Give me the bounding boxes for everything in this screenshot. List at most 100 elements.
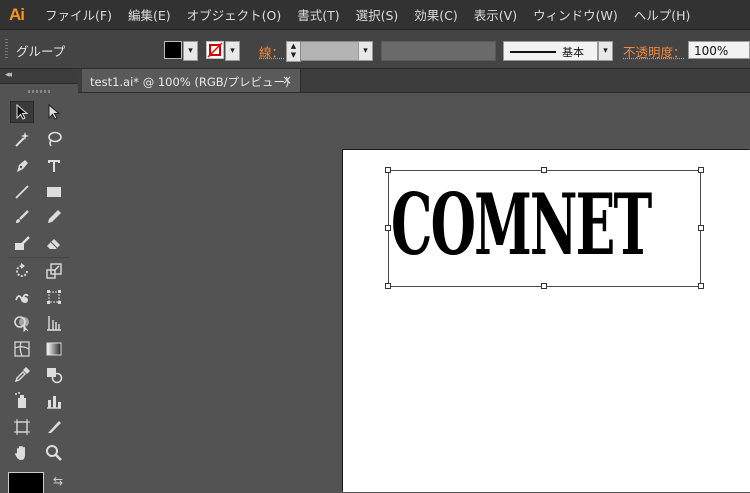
menu-help[interactable]: ヘルプ(H) (634, 5, 691, 24)
control-bar: グループ ▾ ▾ 線： ▲ ▼ ▾ 基本 ▾ 不透明度： 100% (0, 30, 750, 69)
stroke-dropdown-button[interactable]: ▾ (225, 41, 240, 61)
blend-tool[interactable] (42, 364, 66, 386)
swap-fill-stroke-icon[interactable]: ⇆ (53, 474, 63, 488)
free-transform-tool[interactable] (42, 286, 66, 308)
bbox-handle-top-right[interactable] (698, 167, 704, 173)
bbox-handle-bottom-left[interactable] (385, 283, 391, 289)
tools-panel-grip[interactable] (28, 90, 50, 93)
bbox-handle-right[interactable] (698, 225, 704, 231)
artboard-tool[interactable] (10, 416, 34, 438)
hand-icon (15, 446, 25, 460)
pen-tool[interactable] (10, 155, 34, 177)
paintbrush-icon (16, 210, 29, 223)
pen-nib-icon (17, 160, 28, 172)
slice-knife-icon (48, 421, 61, 433)
app-logo: Ai (9, 4, 25, 24)
type-t-icon (48, 160, 60, 172)
menu-type[interactable]: 書式(T) (297, 5, 339, 24)
pencil-tool[interactable] (42, 206, 66, 228)
pencil-icon (48, 210, 61, 223)
blend-icon (47, 368, 63, 384)
bbox-handle-left[interactable] (385, 225, 391, 231)
magnifier-icon (46, 445, 62, 461)
column-graph-tool[interactable] (42, 390, 66, 412)
bbox-handle-top-left[interactable] (385, 167, 391, 173)
rectangle-tool[interactable] (42, 181, 66, 203)
symbol-sprayer-tool[interactable] (10, 390, 34, 412)
selection-type-label: グループ (16, 44, 66, 59)
tools-panel: ⇆ (0, 84, 78, 493)
opacity-input[interactable]: 100% (688, 41, 750, 59)
menu-object[interactable]: オブジェクト(O) (187, 5, 282, 24)
tools-panel-header: ◂◂ (0, 69, 78, 84)
eraser-tool[interactable] (42, 232, 66, 254)
stroke-weight-spinner[interactable]: ▲ ▼ (286, 41, 301, 62)
arrow-cursor-icon (16, 103, 29, 120)
menu-window[interactable]: ウィンドウ(W) (533, 5, 618, 24)
fill-color-swatch[interactable] (164, 41, 182, 59)
selection-bounding-box[interactable] (388, 170, 701, 287)
fill-dropdown-button[interactable]: ▾ (183, 41, 198, 61)
perspective-grid-tool[interactable] (42, 312, 66, 334)
document-tab-title: test1.ai* @ 100% (RGB/プレビュー) (90, 75, 290, 89)
stroke-weight-label[interactable]: 線： (259, 42, 284, 61)
fill-color-box[interactable] (8, 472, 44, 493)
rotate-tool[interactable] (10, 260, 34, 282)
shape-builder-tool[interactable] (10, 312, 34, 334)
menu-effect[interactable]: 効果(C) (414, 5, 457, 24)
free-transform-icon (47, 290, 61, 304)
brush-definition-dropdown[interactable]: 基本 (503, 41, 598, 61)
menu-bar: Ai ファイル(F) 編集(E) オブジェクト(O) 書式(T) 選択(S) 効… (0, 0, 750, 30)
rotate-icon (16, 263, 28, 277)
white-arrow-icon (48, 103, 61, 120)
brush-dropdown-button[interactable]: ▾ (598, 41, 613, 61)
scale-tool[interactable] (42, 260, 66, 282)
none-stroke-icon (207, 42, 223, 58)
opacity-label[interactable]: 不透明度： (623, 42, 686, 61)
eyedropper-tool[interactable] (10, 364, 34, 386)
mesh-grid-icon (14, 341, 30, 357)
gradient-tool[interactable] (42, 338, 66, 360)
stroke-weight-dropdown[interactable]: ▾ (358, 41, 373, 61)
line-tool[interactable] (10, 181, 34, 203)
menu-view[interactable]: 表示(V) (474, 5, 517, 24)
magic-wand-icon (15, 132, 29, 147)
close-tab-icon[interactable]: × (282, 73, 292, 87)
blob-brush-tool[interactable] (10, 232, 34, 254)
menu-select[interactable]: 選択(S) (356, 5, 399, 24)
collapse-panel-icon[interactable]: ◂◂ (5, 70, 12, 80)
bbox-handle-top[interactable] (541, 167, 547, 173)
bbox-handle-bottom-right[interactable] (698, 283, 704, 289)
stroke-color-swatch[interactable] (206, 41, 224, 59)
perspective-grid-icon (47, 316, 61, 331)
slice-tool[interactable] (42, 416, 66, 438)
paintbrush-tool[interactable] (10, 206, 34, 228)
artboard-icon (14, 419, 30, 435)
selection-tool[interactable] (10, 101, 34, 123)
scale-icon (46, 263, 62, 279)
zoom-tool[interactable] (42, 442, 66, 464)
hand-tool[interactable] (10, 442, 34, 464)
eyedropper-icon (14, 367, 30, 383)
document-tab[interactable]: test1.ai* @ 100% (RGB/プレビュー) × (82, 69, 301, 92)
artboard[interactable]: COMNET (343, 150, 750, 492)
type-tool[interactable] (42, 155, 66, 177)
menu-edit[interactable]: 編集(E) (128, 5, 171, 24)
canvas-area[interactable]: COMNET (78, 93, 750, 492)
blob-brush-icon (15, 236, 30, 250)
bbox-handle-bottom[interactable] (541, 283, 547, 289)
variable-width-profile-dropdown[interactable] (381, 41, 496, 61)
lasso-tool[interactable] (42, 128, 66, 150)
magic-wand-tool[interactable] (10, 128, 34, 150)
shape-builder-icon (14, 316, 29, 332)
direct-selection-tool[interactable] (42, 101, 66, 123)
spray-can-icon (15, 392, 26, 408)
stroke-weight-input[interactable] (300, 41, 359, 61)
lasso-icon (48, 131, 62, 147)
mesh-tool[interactable] (10, 338, 34, 360)
control-bar-grip[interactable] (5, 39, 8, 59)
menu-file[interactable]: ファイル(F) (45, 5, 112, 24)
warp-tool[interactable] (10, 286, 34, 308)
stroke-preview-line (510, 51, 556, 53)
gradient-icon (46, 342, 62, 356)
